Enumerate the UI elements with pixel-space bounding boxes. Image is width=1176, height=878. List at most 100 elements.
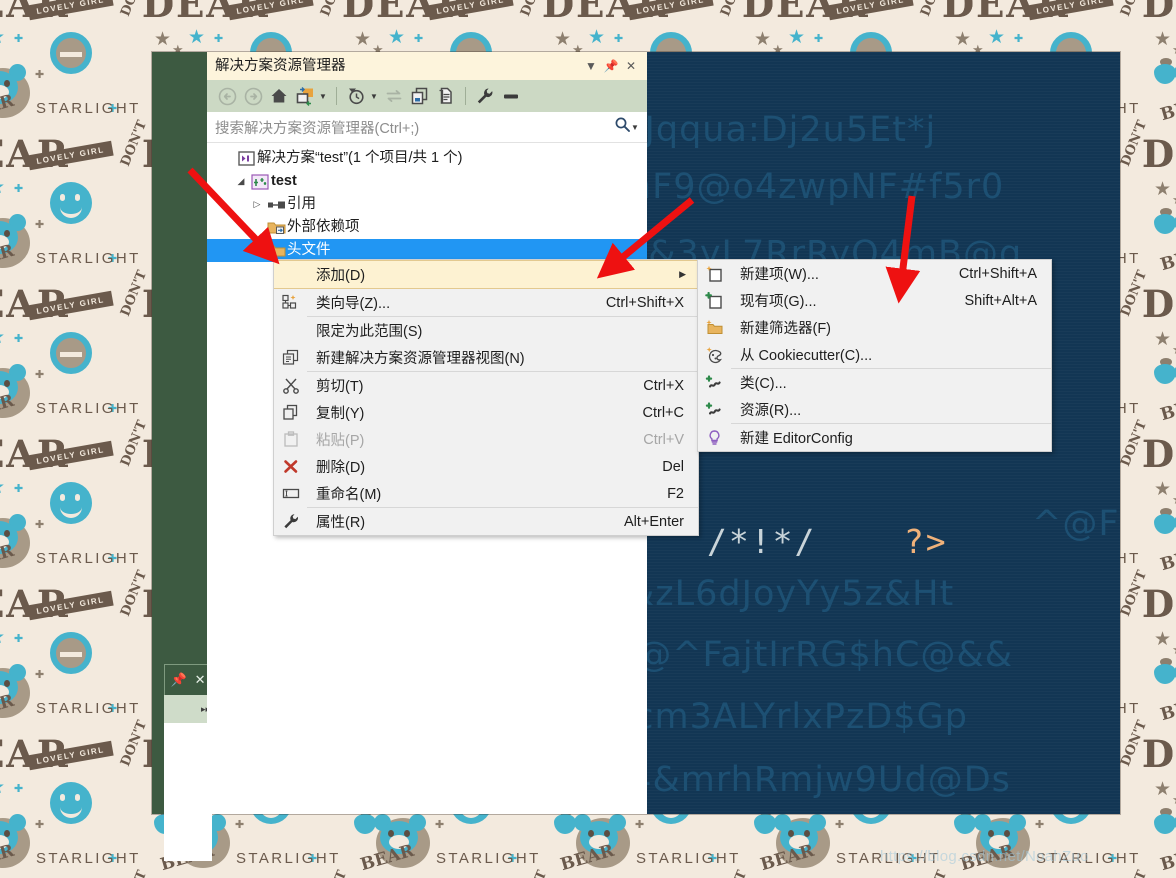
menu-item-add[interactable]: 添加(D) ▶ (274, 260, 698, 289)
menu-item-label: 添加(D) (316, 268, 366, 284)
sparkle-icon: ✚ (814, 33, 824, 45)
no-entry-icon (50, 32, 92, 74)
search-input[interactable]: 搜索解决方案资源管理器(Ctrl+;) (215, 117, 614, 138)
submenu-item-new-item[interactable]: 新建项(W)... Ctrl+Shift+A (698, 260, 1051, 287)
wallpaper-word-lovely-girl: LOVELY GIRL (427, 0, 514, 21)
refresh-icon[interactable] (382, 84, 406, 108)
wrench-icon[interactable] (473, 84, 497, 108)
chevron-down-icon[interactable]: ▼ (581, 59, 601, 73)
cookiecutter-icon (698, 346, 731, 364)
sparkle-icon: ✚ (35, 369, 45, 381)
add-submenu[interactable]: 新建项(W)... Ctrl+Shift+A 现有项(G)... Shift+A… (697, 259, 1052, 452)
star-icon: ★ (1154, 779, 1172, 800)
wallpaper-word-starlight: STARLIGHT (36, 550, 141, 567)
references-icon (265, 199, 287, 211)
menu-item-class-wizard[interactable]: 类向导(Z)... Ctrl+Shift+X (274, 289, 698, 316)
tree-item-references[interactable]: ▷ 引用 (207, 193, 647, 216)
submenu-item-label: 新建 EditorConfig (740, 431, 853, 447)
new-view-icon (274, 349, 307, 366)
home-icon[interactable] (267, 84, 291, 108)
wallpaper-tile: DEARLOVELY GIRLDON'T★★★✚✚✚BEARSTARLIGHT (0, 418, 150, 580)
close-icon[interactable]: ✕ (195, 672, 206, 688)
star-icon: ★ (1172, 42, 1176, 58)
tree-item-project-test[interactable]: ◢ test (207, 170, 647, 193)
smiley-icon (50, 782, 92, 824)
menu-item-properties[interactable]: 属性(R) Alt+Enter (274, 508, 698, 535)
cpp-project-icon (249, 173, 271, 190)
star-icon: ★ (0, 476, 5, 499)
chevron-down-icon[interactable]: ▼ (368, 92, 380, 101)
star-icon: ★ (1172, 642, 1176, 658)
wallpaper-word-starlight: STARLIGHT (36, 400, 141, 417)
tree-expander-collapsed[interactable]: ▷ (249, 199, 265, 210)
sparkle-icon: ✚ (14, 783, 24, 795)
star-icon: ★ (354, 29, 372, 50)
wallpaper-word-starlight: STARLIGHT (36, 250, 141, 267)
star-icon: ★ (1154, 29, 1172, 50)
submenu-item-resource[interactable]: 资源(R)... (698, 396, 1051, 423)
star-icon: ★ (188, 27, 206, 48)
submenu-item-class[interactable]: 类(C)... (698, 369, 1051, 396)
forward-icon[interactable] (241, 84, 265, 108)
no-entry-icon (50, 632, 92, 674)
wallpaper-tile: DEARLOVELY GIRLDON'T★★★✚✚✚BEARSTARLIGHT (0, 0, 150, 130)
pin-icon[interactable]: 📌 (170, 672, 186, 688)
submenu-item-label: 现有项(G)... (740, 294, 817, 310)
sparkle-icon: ✚ (35, 69, 45, 81)
menu-item-copy[interactable]: 复制(Y) Ctrl+C (274, 399, 698, 426)
sync-with-active-document-icon[interactable] (293, 84, 317, 108)
pending-changes-icon[interactable] (344, 84, 368, 108)
tree-item-solution[interactable]: 解决方案“test”(1 个项目/共 1 个) (207, 147, 647, 170)
solution-explorer-search[interactable]: 搜索解决方案资源管理器(Ctrl+;) ▼ (207, 112, 647, 143)
sparkle-icon: ✚ (835, 819, 845, 831)
star-icon: ★ (0, 776, 5, 799)
chevron-down-icon[interactable]: ▼ (317, 92, 329, 101)
pin-icon[interactable]: 📌 (601, 59, 621, 73)
star-icon: ★ (0, 326, 5, 349)
context-menu[interactable]: 添加(D) ▶ 类向导(Z)... Ctrl+Shift+X 限定为此范围(S)… (273, 259, 699, 536)
menu-item-shortcut: Ctrl+C (642, 404, 685, 421)
submenu-item-new-editorconfig[interactable]: 新建 EditorConfig (698, 424, 1051, 451)
tree-expander-expanded[interactable]: ◢ (233, 176, 249, 187)
back-icon[interactable] (215, 84, 239, 108)
submenu-item-label: 新建筛选器(F) (740, 321, 832, 337)
sparkle-icon: ✚ (35, 669, 45, 681)
show-all-files-icon[interactable] (408, 84, 432, 108)
scissors-icon (274, 377, 307, 394)
docked-mini-panel: 📌 ✕ ▸▸ (164, 664, 212, 862)
menu-item-scope-to-this[interactable]: 限定为此范围(S) (274, 317, 698, 344)
view-code-icon[interactable] (434, 84, 458, 108)
star-icon: ★ (954, 29, 972, 50)
close-icon[interactable]: ✕ (621, 59, 641, 73)
menu-item-delete[interactable]: 删除(D) Del (274, 453, 698, 480)
wallpaper-word-starlight: STARLIGHT (36, 850, 141, 867)
menu-item-rename[interactable]: 重命名(M) F2 (274, 480, 698, 507)
chevron-right-icon: ▶ (679, 269, 686, 279)
star-icon: ★ (1172, 342, 1176, 358)
preview-selected-items-icon[interactable] (499, 84, 523, 108)
wallpaper-word-lovely-girl: LOVELY GIRL (827, 0, 914, 21)
paste-icon (274, 431, 307, 448)
editorconfig-bulb-icon (698, 429, 731, 447)
submenu-item-existing-item[interactable]: 现有项(G)... Shift+Alt+A (698, 287, 1051, 314)
mini-panel-header: 📌 ✕ (164, 664, 212, 695)
menu-item-new-solution-explorer-view[interactable]: 新建解决方案资源管理器视图(N) (274, 344, 698, 371)
sparkle-icon: ✚ (614, 33, 624, 45)
smiley-icon (50, 482, 92, 524)
new-filter-icon (698, 319, 731, 337)
star-icon: ★ (0, 176, 5, 199)
submenu-item-new-filter[interactable]: 新建筛选器(F) (698, 314, 1051, 341)
submenu-item-from-cookiecutter[interactable]: 从 Cookiecutter(C)... (698, 341, 1051, 368)
sparkle-icon: ✚ (14, 483, 24, 495)
wallpaper-tile: DEARLOVELY GIRLDON'T★★★✚✚✚BEARSTARLIGHT (0, 118, 150, 280)
menu-item-cut[interactable]: 剪切(T) Ctrl+X (274, 372, 698, 399)
editor-noise-line: c4&mrhRmjw9Ud@Ds (647, 760, 1011, 800)
wallpaper-tile: DEARLOVELY GIRLDON'T★★★✚✚✚BEARSTARLIGHT (1140, 580, 1176, 730)
chevron-double-right-icon[interactable]: ▸▸ (164, 704, 212, 715)
tree-item-external-dependencies[interactable]: 外部依赖项 (207, 216, 647, 239)
star-icon: ★ (1172, 792, 1176, 808)
menu-item-shortcut: F2 (667, 485, 684, 502)
toolbar-separator (336, 87, 337, 105)
star-icon: ★ (788, 27, 806, 48)
chevron-down-icon[interactable]: ▼ (629, 123, 641, 132)
